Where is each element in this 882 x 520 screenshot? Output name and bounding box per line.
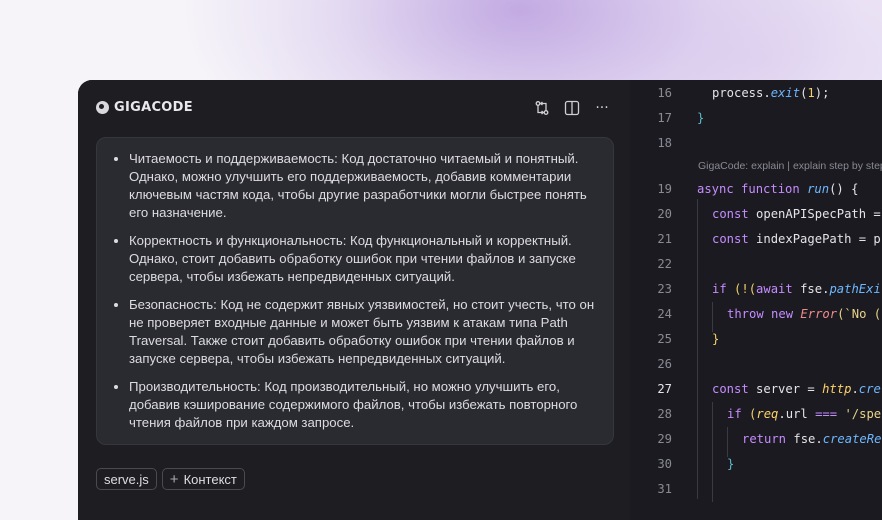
line-number: 30: [657, 457, 672, 471]
context-chips: serve.js + Контекст: [96, 468, 245, 490]
indent-guide: [712, 302, 713, 332]
more-icon[interactable]: ···: [594, 100, 610, 116]
code-line: process.exit(1);: [712, 86, 830, 100]
logo-text: GIGACODE: [114, 100, 193, 115]
assistant-message: Читаемость и поддерживаемость: Код доста…: [96, 137, 614, 445]
line-number: 24: [657, 307, 672, 321]
line-number: 28: [657, 407, 672, 421]
line-number: 22: [657, 257, 672, 271]
chat-header: GIGACODE ···: [96, 100, 630, 120]
file-chip-label: serve.js: [104, 471, 149, 487]
header-actions: ···: [534, 100, 610, 116]
list-item: Производительность: Код производительный…: [129, 378, 601, 432]
line-number: 16: [657, 86, 672, 100]
code-line: throw new Error(`No (: [727, 307, 882, 321]
code-line: return fse.createRe: [742, 432, 882, 446]
code-editor[interactable]: 16 17 18 19 20 21 22 23 24 25 26 27 28 2…: [630, 80, 882, 520]
code-line: if (!(await fse.pathExi: [712, 282, 881, 296]
line-number: 29: [657, 432, 672, 446]
gigacode-logo: GIGACODE: [96, 100, 193, 115]
line-number: 19: [657, 182, 672, 196]
line-number: 20: [657, 207, 672, 221]
code-line-active: const server = http.cre: [712, 382, 881, 396]
chat-panel: GIGACODE ··· • Читаемость и поддерживаем…: [78, 80, 630, 520]
code-line: }: [697, 111, 705, 125]
code-line: }: [727, 457, 735, 471]
line-number: 25: [657, 332, 672, 346]
line-number: 31: [657, 482, 672, 496]
indent-guide: [697, 199, 698, 499]
review-list: Читаемость и поддерживаемость: Код доста…: [115, 150, 601, 432]
line-number: 21: [657, 232, 672, 246]
file-chip[interactable]: serve.js: [96, 468, 157, 490]
add-context-label: Контекст: [183, 471, 237, 487]
line-number: 17: [657, 111, 672, 125]
list-item: Безопасность: Код не содержит явных уязв…: [129, 296, 601, 368]
code-line: const openAPISpecPath =: [712, 207, 881, 221]
line-number: 23: [657, 282, 672, 296]
code-lens[interactable]: GigaCode: explain | explain step by step: [698, 160, 882, 172]
plus-icon: +: [169, 470, 179, 488]
app-window: GIGACODE ··· • Читаемость и поддерживаем…: [78, 80, 882, 520]
indent-guide: [712, 402, 713, 502]
gigacode-logo-icon: [96, 101, 109, 114]
line-number: 26: [657, 357, 672, 371]
line-number-active: 27: [657, 382, 672, 396]
code-line: if (req.url === '/spe: [727, 407, 882, 421]
list-item: Корректность и функциональность: Код фун…: [129, 232, 601, 286]
git-compare-icon[interactable]: [534, 100, 550, 116]
add-context-button[interactable]: + Контекст: [161, 468, 245, 490]
line-number: 18: [657, 136, 672, 150]
split-panel-icon[interactable]: [564, 100, 580, 116]
indent-guide: [727, 427, 728, 457]
code-line: const indexPagePath = p: [712, 232, 881, 246]
code-line: }: [712, 332, 720, 346]
code-line: async function run() {: [697, 182, 859, 196]
list-item: Читаемость и поддерживаемость: Код доста…: [129, 150, 601, 222]
